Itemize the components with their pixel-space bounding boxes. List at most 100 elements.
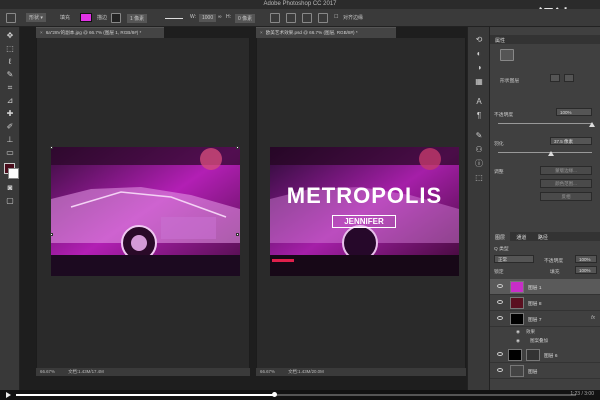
width-field[interactable]: 1000 [199, 14, 217, 22]
quick-mask-icon[interactable]: ◙ [4, 183, 16, 193]
mask-edge-button[interactable]: 蒙版边缘... [540, 166, 592, 175]
stroke-width-field[interactable]: 1 像素 [127, 14, 148, 23]
align-edges-checkbox[interactable]: ☐ [334, 14, 338, 20]
stroke-type-select[interactable] [165, 18, 183, 19]
color-range-button[interactable]: 颜色范围... [540, 179, 592, 188]
collapsed-panels-bar: ⟲ ◐ ◑ ▦ A ¶ ✎ ⚇ ⓘ ⬚ [467, 27, 489, 390]
paragraph-panel-icon[interactable]: ¶ [473, 111, 485, 121]
transform-handle[interactable] [50, 146, 53, 149]
close-tab-icon[interactable]: × [40, 30, 43, 35]
poster-subline: JENNIFER [332, 215, 396, 228]
path-operations-icon[interactable] [270, 13, 280, 23]
history-panel-icon[interactable]: ⟲ [473, 35, 485, 45]
canvas-1[interactable] [51, 147, 240, 276]
path-arrangement-icon[interactable] [302, 13, 312, 23]
layer-row[interactable]: 图层 8 [490, 295, 600, 311]
adjustments-panel-icon[interactable]: ◐ [473, 49, 485, 59]
shape-mode-select[interactable]: 形状 ▾ [26, 13, 46, 22]
shape-tool-icon[interactable] [6, 13, 16, 23]
density-slider-thumb[interactable] [589, 122, 595, 127]
feather-slider[interactable] [498, 152, 592, 153]
tab-paths[interactable]: 路径 [533, 232, 553, 243]
properties-panel-header: 属性 [490, 35, 600, 44]
tab-layers[interactable]: 图层 [490, 232, 511, 243]
pixel-mask-button[interactable] [550, 74, 560, 82]
eyedropper-tool-icon[interactable]: ⊿ [4, 96, 16, 106]
shape-layer-label: 形状图层 [500, 79, 520, 84]
layer-row[interactable]: 图层 [490, 363, 600, 379]
transform-handle[interactable] [236, 233, 239, 236]
fill-color-swatch[interactable] [80, 13, 92, 22]
effect-eye-icon[interactable]: ◉ [516, 338, 520, 344]
path-alignment-icon[interactable] [286, 13, 296, 23]
h-label: H: [226, 14, 231, 20]
layer-thumbnail [510, 313, 524, 325]
fill-label: 填充 [60, 15, 71, 21]
rectangle-tool-icon[interactable]: ▭ [4, 148, 16, 158]
layer-thumbnail [510, 281, 524, 293]
color-panel-icon[interactable]: ◑ [473, 63, 485, 73]
stamp-tool-icon[interactable]: ⊥ [4, 135, 16, 145]
invert-button[interactable]: 反相 [540, 192, 592, 201]
healing-brush-tool-icon[interactable]: ✚ [4, 109, 16, 119]
swatches-panel-icon[interactable]: ▦ [473, 77, 485, 87]
brush-panel-icon[interactable]: ✎ [473, 131, 485, 141]
background-color-swatch[interactable] [8, 168, 19, 179]
character-panel-icon[interactable]: A [473, 97, 485, 107]
progress-fill [16, 394, 274, 396]
quick-select-tool-icon[interactable]: ✎ [4, 70, 16, 80]
transform-handle[interactable] [50, 233, 53, 236]
document-tab-1[interactable]: × 6a"28V的副本.jpg @ 66.7% (图层 1, RGB/8#) * [36, 27, 164, 38]
screen-mode-icon[interactable]: ▢ [4, 196, 16, 206]
feather-field[interactable]: 37.5 像素 [550, 137, 592, 145]
mask-thumbnail[interactable] [500, 49, 514, 61]
visibility-eye-icon[interactable] [497, 316, 503, 320]
stroke-color-swatch[interactable] [111, 13, 121, 23]
zoom-level-1[interactable]: 66.67% [40, 369, 55, 374]
tab-channels[interactable]: 通道 [511, 232, 531, 243]
visibility-eye-icon[interactable] [497, 368, 503, 372]
navigator-panel-icon[interactable]: ⬚ [473, 173, 485, 183]
play-button-icon[interactable] [6, 392, 11, 398]
layer-row[interactable]: 图层 6 [490, 347, 600, 363]
fx-icon[interactable]: fx [591, 315, 595, 321]
layer-row[interactable]: 图层 7 fx [490, 311, 600, 327]
layer-name: 图层 1 [528, 286, 542, 291]
visibility-eye-icon[interactable] [497, 352, 503, 356]
density-slider[interactable] [498, 123, 592, 124]
feather-slider-thumb[interactable] [548, 151, 554, 156]
effects-row: ◉ 效果 [490, 328, 600, 337]
progress-track[interactable] [16, 392, 576, 397]
move-tool-icon[interactable]: ✥ [4, 31, 16, 41]
crop-tool-icon[interactable]: ⌗ [4, 83, 16, 93]
document-window-1 [36, 38, 250, 368]
layer-opacity-field[interactable]: 100% [575, 255, 597, 263]
document-window-2: METROPOLIS JENNIFER [256, 38, 466, 368]
options-bar: 形状 ▾ 填充 描边 1 像素 W: 1000 ∞ H: 0 像素 ☐ 对齐边缘 [0, 9, 600, 27]
layer-fill-field[interactable]: 100% [575, 266, 597, 274]
layer-kind-filter[interactable]: Q 类型 [494, 245, 596, 252]
zoom-level-2[interactable]: 66.67% [260, 369, 275, 374]
info-panel-icon[interactable]: ⓘ [473, 159, 485, 169]
canvas-2[interactable]: METROPOLIS JENNIFER [270, 147, 459, 276]
progress-knob[interactable] [271, 392, 277, 397]
height-field[interactable]: 0 像素 [235, 14, 256, 23]
close-tab-icon[interactable]: × [260, 30, 263, 35]
effects-eye-icon[interactable]: ◉ [516, 329, 520, 335]
link-icon[interactable]: ∞ [218, 14, 222, 20]
marquee-tool-icon[interactable]: ⬚ [4, 44, 16, 54]
settings-gear-icon[interactable] [318, 13, 328, 23]
vector-mask-button[interactable] [564, 74, 574, 82]
lasso-tool-icon[interactable]: ℓ [4, 57, 16, 67]
visibility-eye-icon[interactable] [497, 300, 503, 304]
brush-tool-icon[interactable]: ✐ [4, 122, 16, 132]
clone-source-panel-icon[interactable]: ⚇ [473, 145, 485, 155]
density-field[interactable]: 100% [556, 108, 592, 116]
visibility-eye-icon[interactable] [497, 284, 503, 288]
transform-handle[interactable] [236, 146, 239, 149]
layer-row[interactable]: 图层 1 [490, 279, 600, 295]
w-label: W: [190, 14, 197, 20]
blend-mode-select[interactable]: 正常 [494, 255, 534, 263]
layer-name: 图层 7 [528, 318, 542, 323]
document-tab-2[interactable]: × 欧美艺术效果.psd @ 66.7% (图层, RGB/8#) * [256, 27, 396, 38]
